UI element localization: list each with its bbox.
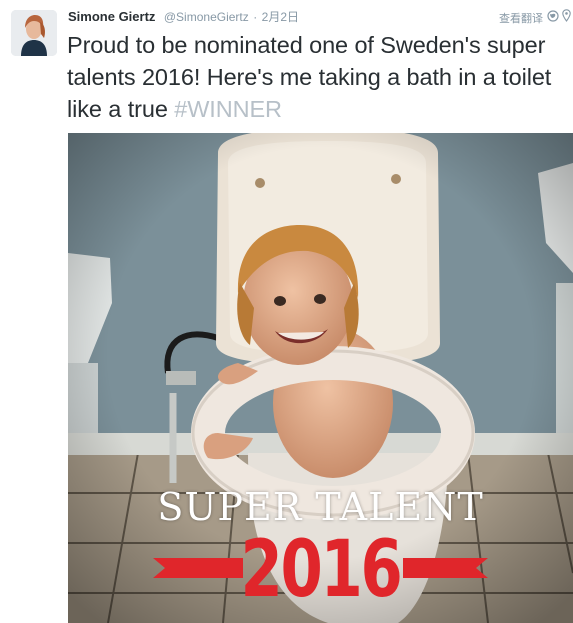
avatar-image	[11, 10, 57, 56]
tweet-body: Proud to be nominated one of Sweden's su…	[67, 32, 552, 122]
tweet-media[interactable]: SUPER TALENT 2016	[68, 133, 573, 623]
overlay-title: SUPER TALENT	[157, 485, 484, 529]
location-pin-icon[interactable]	[562, 9, 571, 22]
hashtag-link[interactable]: #WINNER	[174, 96, 282, 122]
globe-icon[interactable]	[547, 10, 559, 22]
tweet-date[interactable]: 2月2日	[262, 10, 299, 24]
tweet-card: Simone Giertz @SimoneGiertz · 2月2日 查看翻译 …	[0, 0, 573, 623]
author-handle[interactable]: @SimoneGiertz	[164, 10, 249, 24]
author-name[interactable]: Simone Giertz	[68, 9, 155, 24]
tweet-header: Simone Giertz @SimoneGiertz · 2月2日	[68, 8, 573, 26]
meta-separator: ·	[253, 10, 258, 24]
avatar[interactable]	[11, 10, 57, 56]
overlay-year: 2016	[240, 525, 403, 615]
tweet-text: Proud to be nominated one of Sweden's su…	[67, 29, 572, 125]
translate-link[interactable]: 查看翻译	[499, 10, 543, 26]
